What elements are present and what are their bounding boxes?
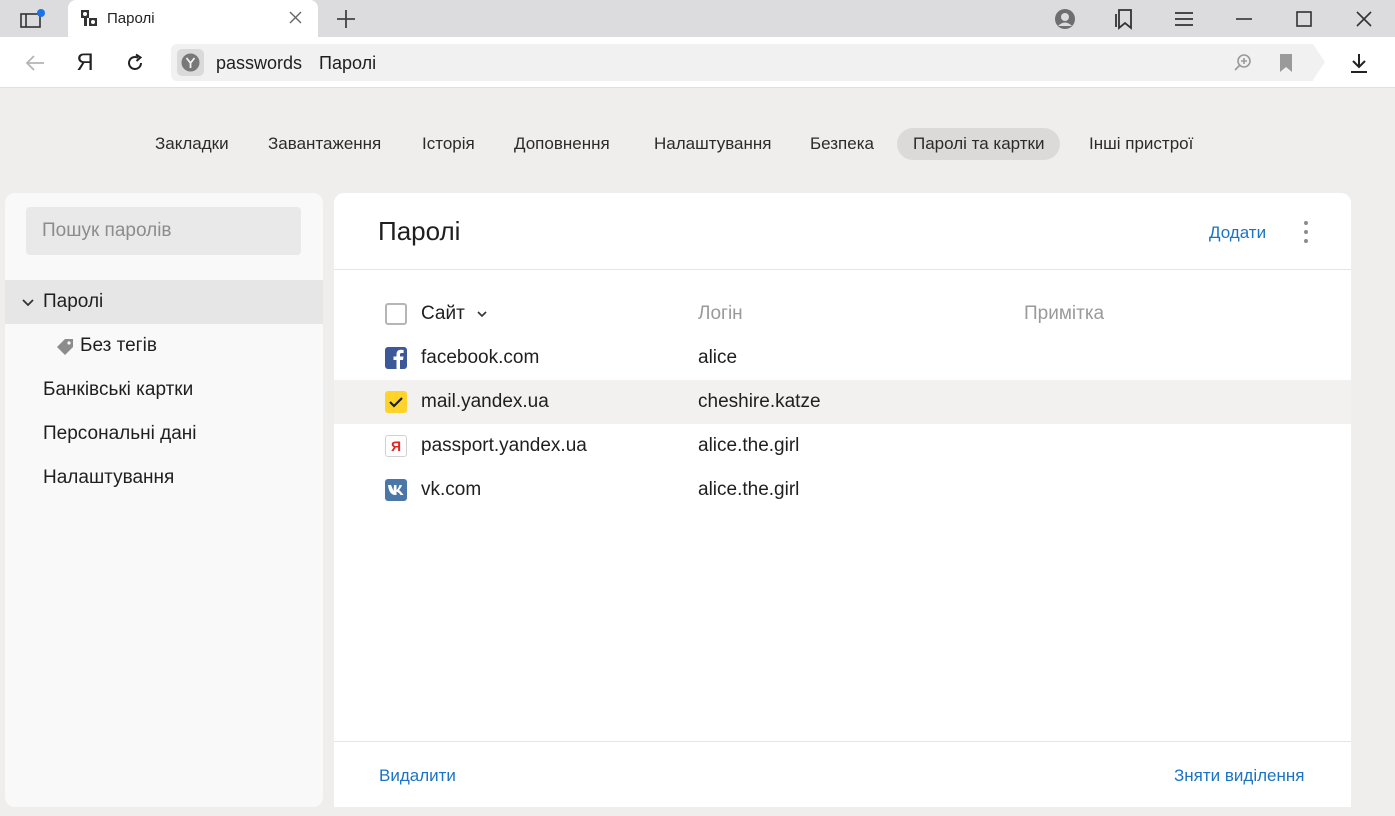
minimize-icon[interactable] <box>1231 0 1257 37</box>
yandex-browser-badge-icon[interactable] <box>177 49 204 76</box>
sort-chevron-icon[interactable] <box>476 303 488 325</box>
sidebar-item-bank-cards[interactable]: Банківські картки <box>5 368 323 412</box>
navigation-bar: Я passwords Паролі <box>0 37 1395 88</box>
yandex-letter: Я <box>390 438 402 454</box>
more-options-icon[interactable] <box>1296 217 1316 247</box>
sidebar-item-label: Без тегів <box>80 335 157 356</box>
column-site-header[interactable]: Сайт <box>421 303 488 325</box>
add-button[interactable]: Додати <box>1209 223 1266 243</box>
login-value: cheshire.katze <box>698 391 821 412</box>
tab-other-devices[interactable]: Інші пристрої <box>1089 128 1193 160</box>
active-tab[interactable]: Паролі <box>68 0 318 37</box>
tab-extensions[interactable]: Доповнення <box>514 128 610 160</box>
address-host: passwords <box>216 53 303 73</box>
search-passwords-input[interactable] <box>26 207 301 255</box>
key-icon <box>80 9 98 27</box>
column-note-header: Примітка <box>1024 303 1105 324</box>
passwords-panel: Паролі Додати Сайт Логін Примітка facebo… <box>334 193 1351 807</box>
divider <box>334 269 1351 270</box>
vk-icon <box>385 479 407 501</box>
tab-title: Паролі <box>107 10 155 27</box>
site-name: passport.yandex.ua <box>421 435 587 456</box>
tab-passwords-cards[interactable]: Паролі та картки <box>897 128 1061 160</box>
table-row[interactable]: mail.yandex.ua cheshire.katze <box>334 380 1351 424</box>
profile-icon[interactable] <box>1052 0 1078 37</box>
title-bar: Паролі <box>0 0 1395 37</box>
column-login-header: Логін <box>698 303 743 324</box>
yandex-icon: Я <box>385 435 407 457</box>
facebook-icon <box>385 347 407 369</box>
sidebar-item-label: Банківські картки <box>43 379 194 400</box>
sidebar-item-personal-data[interactable]: Персональні дані <box>5 412 323 456</box>
download-icon[interactable] <box>1346 50 1372 76</box>
page-title: Паролі <box>378 216 461 246</box>
yandex-logo-icon[interactable]: Я <box>72 49 98 76</box>
column-site-label: Сайт <box>421 303 465 325</box>
tabs-panel-icon[interactable] <box>16 0 48 37</box>
site-name: mail.yandex.ua <box>421 391 549 412</box>
table-header: Сайт Логін Примітка <box>334 292 1351 336</box>
zoom-icon[interactable] <box>1233 53 1253 78</box>
tab-bookmarks[interactable]: Закладки <box>155 128 229 160</box>
login-value: alice.the.girl <box>698 435 800 456</box>
delete-button[interactable]: Видалити <box>379 766 456 786</box>
sidebar-item-passwords[interactable]: Паролі <box>5 280 323 324</box>
tab-settings[interactable]: Налаштування <box>654 128 772 160</box>
tab-downloads[interactable]: Завантаження <box>268 128 381 160</box>
bookmark-icon[interactable] <box>1278 53 1294 78</box>
sidebar: Паролі Без тегів Банківські картки Персо… <box>5 193 323 807</box>
chevron-down-icon[interactable] <box>21 294 35 316</box>
new-tab-icon[interactable] <box>332 0 360 37</box>
address-bar[interactable]: passwords Паролі <box>171 44 1325 81</box>
tab-history[interactable]: Історія <box>422 128 475 160</box>
sidebar-item-untagged[interactable]: Без тегів <box>5 324 323 368</box>
sidebar-item-label: Налаштування <box>43 467 175 488</box>
site-name: vk.com <box>421 479 482 500</box>
table-row[interactable]: Я passport.yandex.ua alice.the.girl <box>334 424 1351 468</box>
settings-tabs: Закладки Завантаження Історія Доповнення… <box>0 128 1395 160</box>
tab-security[interactable]: Безпека <box>810 128 874 160</box>
login-value: alice.the.girl <box>698 479 800 500</box>
menu-icon[interactable] <box>1171 0 1197 37</box>
sidebar-item-label: Персональні дані <box>43 423 197 444</box>
address-page-title: Паролі <box>319 53 377 73</box>
close-window-icon[interactable] <box>1351 0 1377 37</box>
row-checkbox-checked-icon[interactable] <box>385 391 407 413</box>
site-name: facebook.com <box>421 347 540 368</box>
divider <box>334 741 1351 742</box>
sidebar-item-settings[interactable]: Налаштування <box>5 456 323 500</box>
close-tab-icon[interactable] <box>288 8 304 28</box>
reload-icon[interactable] <box>122 50 148 76</box>
maximize-icon[interactable] <box>1291 0 1317 37</box>
collections-icon[interactable] <box>1111 0 1137 37</box>
back-arrow-icon[interactable] <box>22 50 48 76</box>
sidebar-item-label: Паролі <box>43 291 104 312</box>
login-value: alice <box>698 347 738 368</box>
table-row[interactable]: vk.com alice.the.girl <box>334 468 1351 512</box>
tag-icon <box>56 338 74 362</box>
deselect-button[interactable]: Зняти виділення <box>1174 766 1304 786</box>
select-all-checkbox[interactable] <box>385 303 407 325</box>
table-row[interactable]: facebook.com alice <box>334 336 1351 380</box>
